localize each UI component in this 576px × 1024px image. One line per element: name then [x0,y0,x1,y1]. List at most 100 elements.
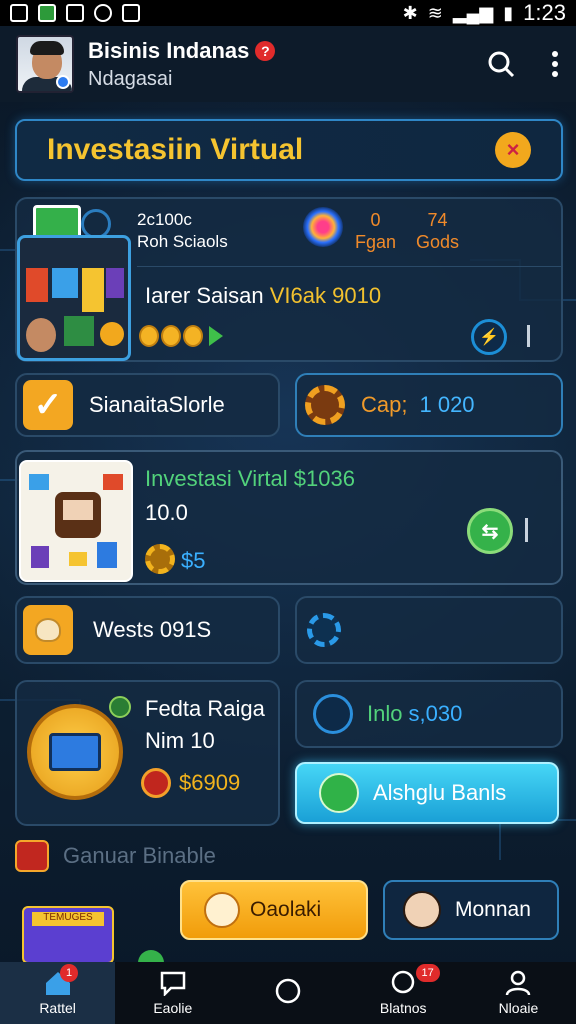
card3-thumbnail [19,460,133,582]
status-bar: ✱ ≋ ▂▄▆ ▮ 1:23 [0,0,576,26]
red-coin-icon [141,768,171,798]
coins-row [139,325,223,347]
card1-num2-value: 74 [427,210,448,230]
more-vert-icon[interactable] [550,50,560,78]
coin-icon [204,892,240,928]
arrow-icon [319,773,359,813]
nav-profile[interactable]: Nloaie [461,962,576,1024]
wallet-card[interactable]: Wests 091S [15,596,280,664]
avatar-hair [30,41,64,55]
card1-stat-line1: 2c100c [137,210,192,229]
profile-button[interactable]: Monnan [383,880,559,940]
nav-home[interactable]: 1 Rattel [0,962,116,1024]
info-label: Inlo [367,701,403,726]
arrow-right-icon [209,326,223,346]
circle-icon [275,978,301,1004]
featured-card[interactable]: 2c100c Roh Sciaols 0 Fgan 74 Gods Iarer … [15,197,563,362]
card1-numbers: 0 Fgan 74 Gods [355,209,459,253]
message-icon [391,970,415,994]
robot-icon [15,840,49,872]
gallery-icon [10,4,28,22]
header-actions [486,49,560,79]
card1-num1: 0 Fgan [355,209,396,253]
task-label: SianaitaSlorle [89,392,225,417]
bluetooth-icon: ✱ [402,2,418,23]
investment-banner[interactable]: Investasiin Virtual × [15,119,563,181]
investment-card[interactable]: Investasi Virtal $1036 10.0 $5 ⇆ [15,450,563,585]
coin-screen-icon [27,704,123,800]
user-name-row: Bisinis Indanas ? [88,37,276,64]
card1-num2-label: Gods [416,232,460,252]
gear-icon [305,385,345,425]
person-icon [506,970,531,996]
info-card[interactable]: Inlo s,030 [295,680,563,748]
nav-badge: 17 [415,964,440,982]
status-icons-right: ✱ ≋ ▂▄▆ ▮ 1:23 [403,0,566,26]
capacity-card[interactable]: Cap; 1 020 [295,373,563,437]
clock: 1:23 [523,0,566,25]
help-icon[interactable]: ? [255,40,276,61]
target-icon [303,207,343,247]
reward-price: $6909 [179,770,241,795]
card1-num1-label: Fgan [355,232,397,252]
header-text: Bisinis Indanas ? Ndagasai [88,37,276,91]
nav-label: Nloaie [498,1000,539,1016]
card3-value: 10.0 [145,500,188,525]
cog-icon [307,613,341,647]
promo-thumbnail[interactable]: TEMUGES [22,906,114,964]
card1-stats: 2c100c Roh Sciaols [137,209,228,253]
scroll-indicator [527,325,530,347]
card3-title: Investasi Virtal $1036 [145,466,355,491]
card1-num2: 74 Gods [416,209,459,253]
nav-label: Rattel [39,1000,76,1016]
nav-label: Eaolie [153,1000,193,1016]
reward-title: Fedta Raiga [145,696,265,721]
app-icon [38,4,56,22]
user-subtitle: Ndagasai [88,67,173,90]
avatar-icon [403,891,441,929]
profile-button-label: Monnan [455,898,531,921]
promo-tag: TEMUGES [32,912,104,926]
capacity-label: Cap; [361,392,408,417]
cta-button[interactable]: Alshglu Banls [295,762,559,824]
badge-icon [109,696,131,718]
reward-card[interactable]: Fedta Raiga Nim 10 $6909 [15,680,280,826]
gear-icon [145,544,175,574]
nav-chat[interactable]: Eaolie [115,962,230,1024]
recycle-icon[interactable]: ⇆ [467,508,513,554]
banner-title: Investasiin Virtual [47,133,304,166]
settings-card[interactable] [295,596,563,664]
nav-messages[interactable]: 17 Blatnos [346,962,461,1024]
card1-title-prefix: Iarer Saisan [145,283,264,308]
status-icons-left [10,4,140,22]
wallet-label: Wests 091S [93,617,212,642]
orange-button[interactable]: Oaolaki [180,880,368,940]
check-icon: ✓ [23,380,73,430]
verified-icon [56,75,70,89]
user-name: Bisinis Indanas [88,37,250,63]
timer-icon [313,694,353,734]
signal-icon: ▂▄▆ [452,2,494,23]
divider [137,266,561,267]
camera-icon [122,4,140,22]
card1-thumbnail [17,235,131,361]
lightning-icon[interactable]: ⚡ [471,319,507,355]
card1-title: Iarer Saisan VI6ak 9010 [145,283,381,309]
nav-center[interactable] [230,962,345,1024]
card1-num1-value: 0 [370,210,381,230]
coin-icon [139,325,159,347]
close-icon[interactable]: × [495,132,531,168]
avatar[interactable] [16,35,74,93]
section-title: Ganuar Binable [63,843,216,868]
task-card[interactable]: ✓ SianaitaSlorle [15,373,280,437]
info-value: s,030 [408,701,463,726]
card1-stat-line2: Roh Sciaols [137,232,228,251]
search-icon[interactable] [486,49,516,79]
chat-icon [160,971,186,996]
nav-badge: 1 [60,964,78,982]
reward-sub: Nim 10 [145,728,215,753]
capacity-value: 1 020 [419,392,475,417]
nav-label: Blatnos [379,1000,427,1016]
bottom-nav: 1 Rattel Eaolie 17 Blatnos Nloaie [0,962,576,1024]
screen-icon [66,4,84,22]
